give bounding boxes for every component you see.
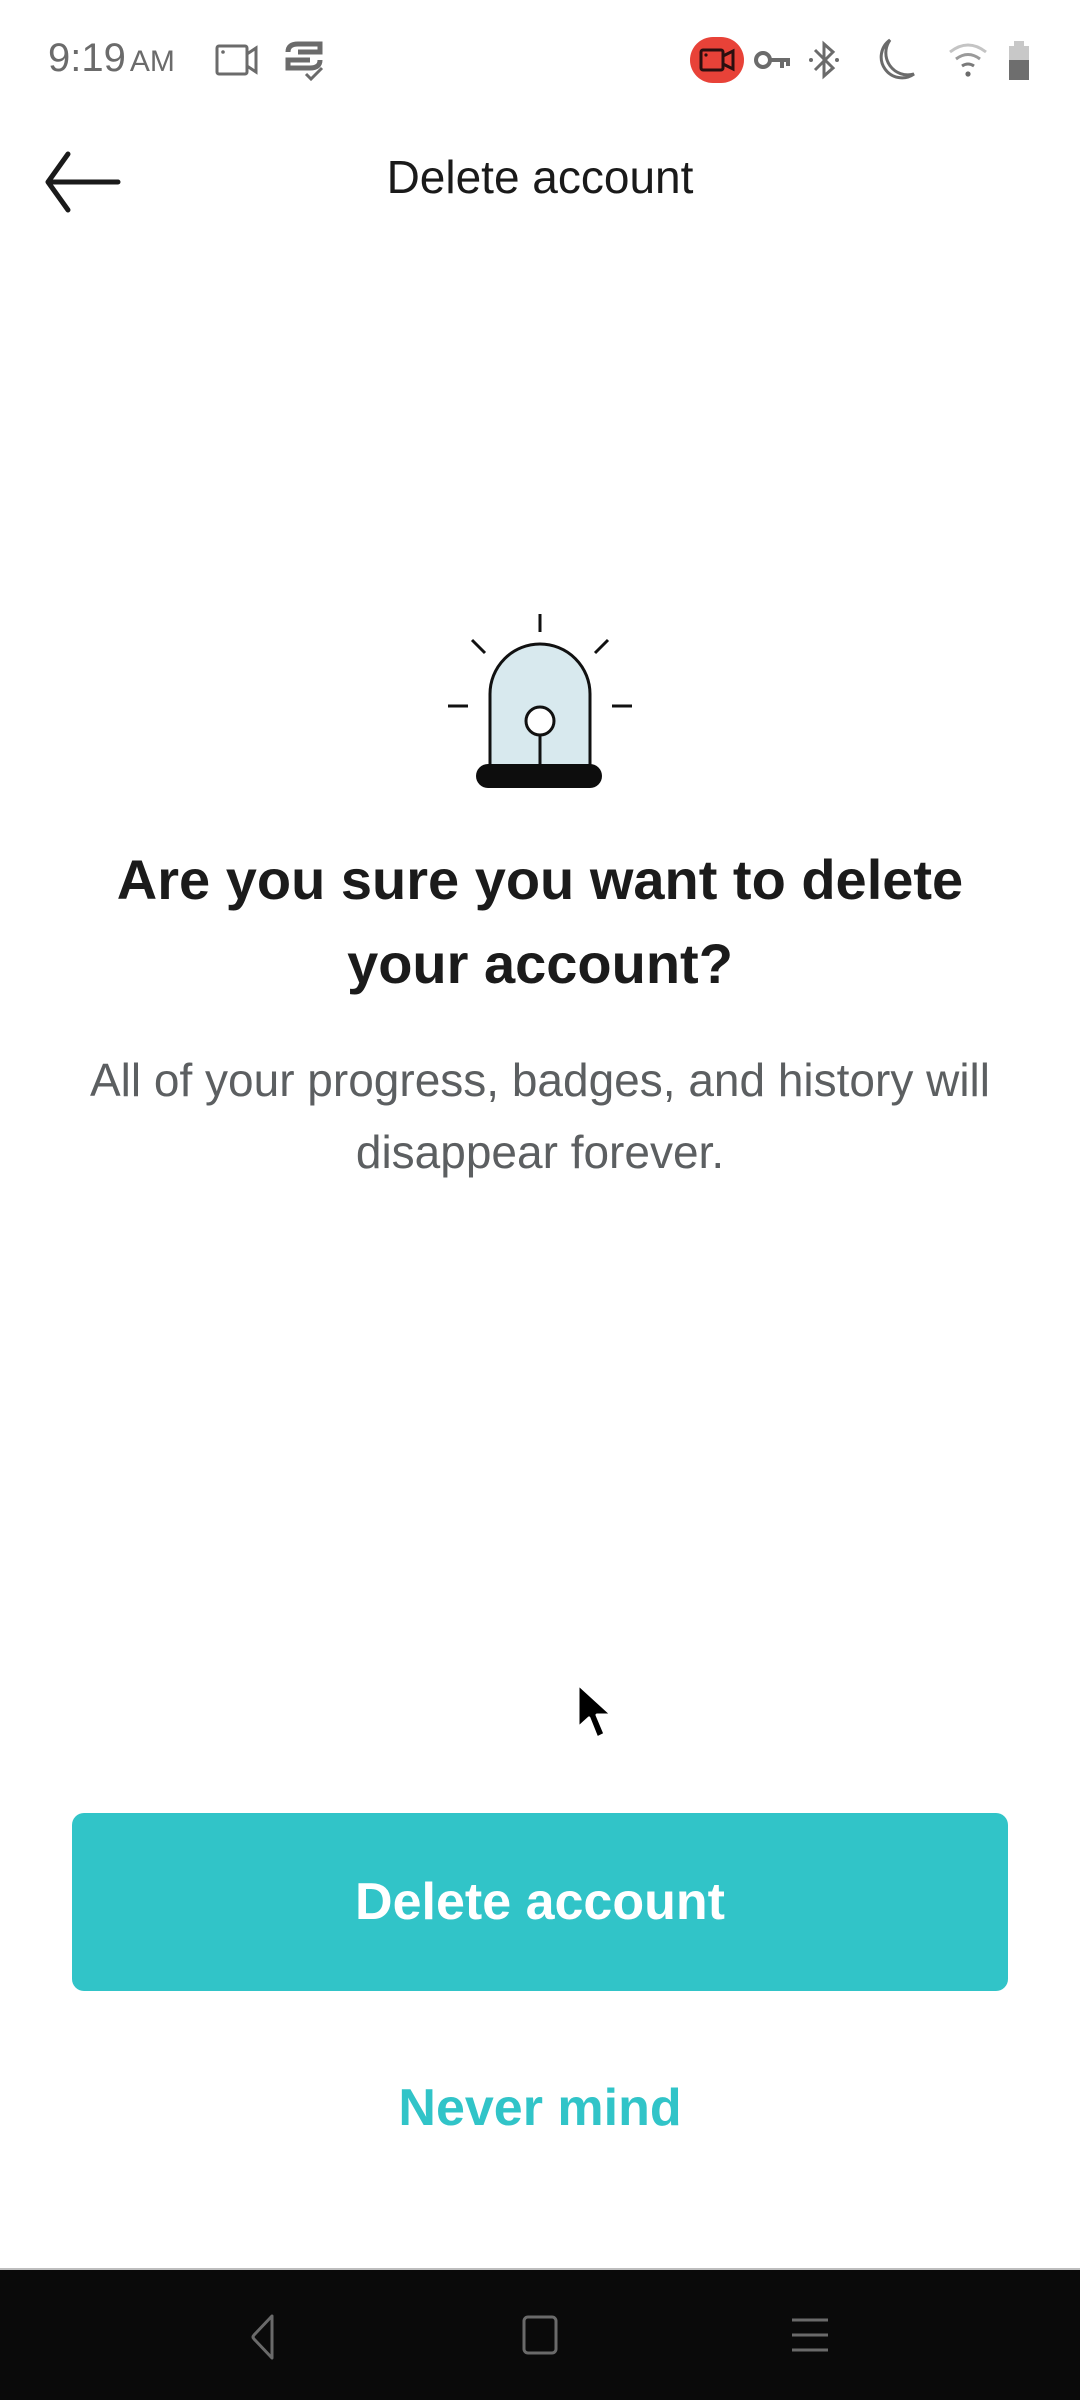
recording-badge-icon	[699, 48, 735, 72]
menu-lines-icon	[792, 2318, 828, 2352]
app-bar: Delete account	[0, 120, 1080, 240]
home-square-icon	[522, 2315, 558, 2355]
bluetooth-icon	[809, 40, 839, 80]
system-nav-bar	[0, 2268, 1080, 2400]
page-title: Delete account	[386, 151, 694, 203]
battery-icon	[1009, 41, 1029, 80]
nav-back-button[interactable]	[232, 2302, 302, 2372]
nav-menu-button[interactable]	[776, 2302, 846, 2372]
status-time: 9:19 AM	[48, 36, 175, 81]
never-mind-button[interactable]: Never mind	[290, 2068, 790, 2148]
warning-message: All of your progress, badges, and histor…	[90, 1054, 990, 1178]
ampm-text: AM	[129, 45, 175, 78]
delete-account-button[interactable]: Delete account	[72, 1813, 1008, 1991]
sync-icon	[285, 41, 324, 82]
time-text: 9:19	[48, 36, 126, 80]
vpn-key-icon	[754, 51, 790, 69]
back-triangle-icon	[251, 2314, 274, 2360]
do-not-disturb-moon-icon	[879, 38, 915, 80]
status-bar: 9:19 AM	[0, 0, 1080, 120]
confirmation-heading: Are you sure you want to delete your acc…	[116, 848, 964, 995]
mouse-pointer-icon	[576, 1682, 614, 1740]
screen-record-icon	[215, 44, 258, 76]
siren-alarm-icon	[448, 614, 632, 788]
wifi-icon	[949, 43, 987, 77]
nav-home-button[interactable]	[505, 2302, 575, 2372]
